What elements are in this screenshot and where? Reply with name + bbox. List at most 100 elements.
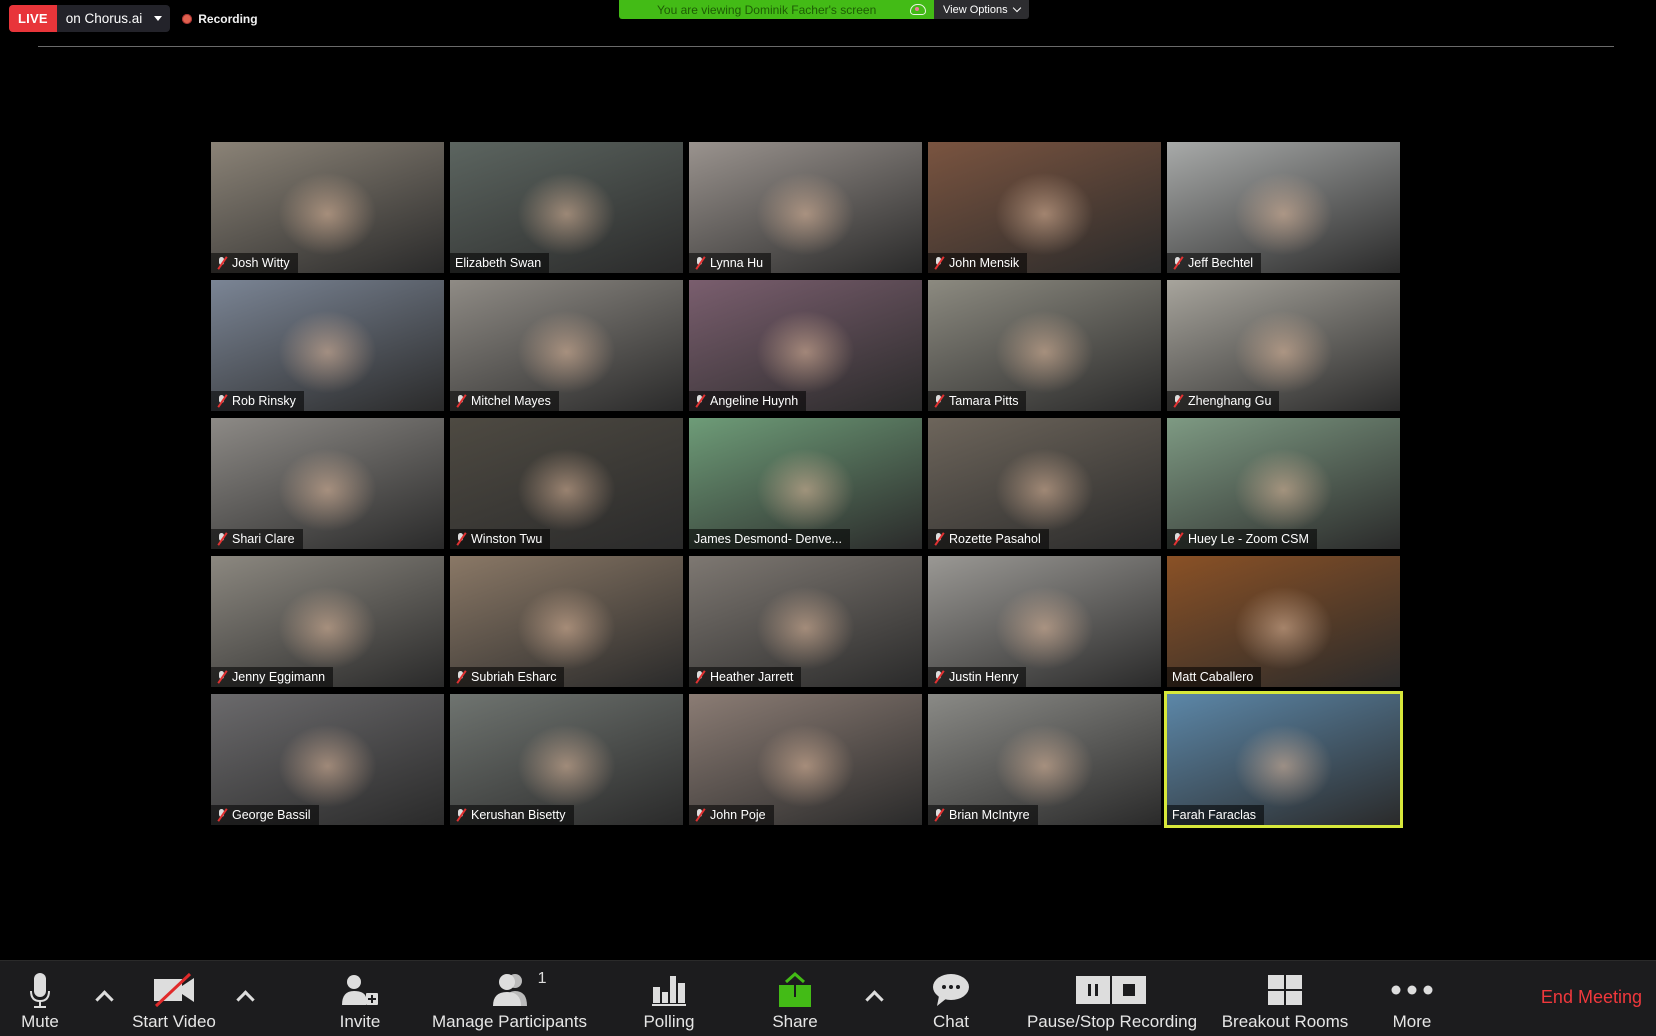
invite-button[interactable]: Invite (336, 961, 384, 1036)
participant-tile[interactable]: Josh Witty (211, 142, 444, 273)
video-options-caret-icon[interactable] (237, 989, 251, 1003)
breakout-rooms-label: Breakout Rooms (1221, 1012, 1349, 1031)
participant-name-label: Jeff Bechtel (1167, 253, 1262, 273)
chat-button[interactable]: Chat (928, 961, 974, 1036)
participant-name-label: Shari Clare (211, 529, 303, 549)
gallery-grid: Josh Witty Elizabeth Swan Lynna Hu John Men… (211, 142, 1403, 828)
participant-tile[interactable]: George Bassil (211, 694, 444, 825)
participant-name-label: Elizabeth Swan (450, 253, 550, 273)
participant-name: Matt Caballero (1172, 670, 1254, 684)
video-camera-off-icon (152, 968, 196, 1012)
participant-name-label: George Bassil (211, 805, 319, 825)
pause-stop-recording-button[interactable]: Pause/Stop Recording (1022, 961, 1202, 1036)
participant-tile[interactable]: Jeff Bechtel (1167, 142, 1400, 273)
participant-tile[interactable]: John Poje (689, 694, 922, 825)
start-video-button[interactable]: Start Video (126, 961, 222, 1036)
add-user-icon (340, 968, 380, 1012)
participants-icon: 1 (489, 968, 547, 1012)
mute-button[interactable]: Mute (18, 961, 62, 1036)
participant-tile[interactable]: Rozette Pasahol (928, 418, 1161, 549)
live-tag: LIVE (9, 5, 57, 32)
live-stream-button[interactable]: LIVE on Chorus.ai (9, 5, 171, 32)
viewing-notice: You are viewing Dominik Facher's screen (619, 0, 934, 19)
participant-tile[interactable]: Jenny Eggimann (211, 556, 444, 687)
muted-microphone-icon (216, 808, 228, 822)
shared-screen-divider (38, 46, 1614, 47)
participant-name: Subriah Esharc (471, 670, 557, 684)
participant-name-label: Farah Faraclas (1167, 805, 1265, 825)
recording-label: Recording (198, 11, 258, 26)
participant-name: James Desmond- Denve... (694, 532, 842, 546)
participant-tile[interactable]: Matt Caballero (1167, 556, 1400, 687)
participant-name-label: Josh Witty (211, 253, 298, 273)
participant-name-label: Mitchel Mayes (450, 391, 559, 411)
breakout-rooms-icon (1268, 968, 1302, 1012)
polling-label: Polling (643, 1012, 695, 1031)
participant-tile[interactable]: James Desmond- Denve... (689, 418, 922, 549)
muted-microphone-icon (455, 808, 467, 822)
participant-tile[interactable]: Kerushan Bisetty (450, 694, 683, 825)
participant-name: Justin Henry (949, 670, 1019, 684)
participant-tile[interactable]: Tamara Pitts (928, 280, 1161, 411)
participant-name-label: Huey Le - Zoom CSM (1167, 529, 1317, 549)
participant-tile[interactable]: Subriah Esharc (450, 556, 683, 687)
share-options-caret-icon[interactable] (866, 989, 880, 1003)
participant-tile[interactable]: Justin Henry (928, 556, 1161, 687)
participant-tile[interactable]: Brian McIntyre (928, 694, 1161, 825)
muted-microphone-icon (933, 670, 945, 684)
manage-participants-button[interactable]: 1 Manage Participants (427, 961, 592, 1036)
participant-name-label: Rozette Pasahol (928, 529, 1049, 549)
participant-name: Rob Rinsky (232, 394, 296, 408)
participant-name: Josh Witty (232, 256, 290, 270)
participant-name-label: Lynna Hu (689, 253, 772, 273)
view-options-label: View Options (943, 3, 1008, 16)
live-platform-label: on Chorus.ai (65, 11, 143, 26)
participant-tile[interactable]: Zhenghang Gu (1167, 280, 1400, 411)
participant-name-label: John Mensik (928, 253, 1028, 273)
participant-name: Elizabeth Swan (455, 256, 542, 270)
participant-tile[interactable]: Winston Twu (450, 418, 683, 549)
polling-button[interactable]: Polling (640, 961, 698, 1036)
pause-stop-recording-label: Pause/Stop Recording (1026, 1012, 1198, 1031)
participant-tile[interactable]: Farah Faraclas (1164, 691, 1403, 828)
more-label: More (1392, 1012, 1432, 1031)
muted-microphone-icon (933, 256, 945, 270)
view-options-button[interactable]: View Options (934, 0, 1029, 19)
share-button[interactable]: Share (770, 961, 820, 1036)
viewing-text: You are viewing Dominik Facher's screen (657, 2, 877, 17)
muted-microphone-icon (1172, 256, 1184, 270)
participant-tile[interactable]: John Mensik (928, 142, 1161, 273)
manage-participants-label: Manage Participants (432, 1012, 587, 1031)
more-button[interactable]: More (1390, 961, 1434, 1036)
bar-chart-icon (652, 968, 686, 1012)
participant-name-label: Justin Henry (928, 667, 1027, 687)
participant-name-label: Kerushan Bisetty (450, 805, 574, 825)
participant-name-label: James Desmond- Denve... (689, 529, 850, 549)
participant-name-label: Jenny Eggimann (211, 667, 334, 687)
participant-tile[interactable]: Angeline Huynh (689, 280, 922, 411)
participant-tile[interactable]: Rob Rinsky (211, 280, 444, 411)
share-label: Share (772, 1012, 818, 1031)
participant-name-label: Rob Rinsky (211, 391, 304, 411)
participant-name: Brian McIntyre (949, 808, 1030, 822)
participant-tile[interactable]: Mitchel Mayes (450, 280, 683, 411)
screen-share-banner: You are viewing Dominik Facher's screen … (619, 0, 1029, 19)
participant-tile[interactable]: Elizabeth Swan (450, 142, 683, 273)
muted-microphone-icon (694, 670, 706, 684)
participant-name-label: Winston Twu (450, 529, 551, 549)
participant-tile[interactable]: Shari Clare (211, 418, 444, 549)
participant-tile[interactable]: Lynna Hu (689, 142, 922, 273)
participant-name: Lynna Hu (710, 256, 764, 270)
chat-bubble-icon (931, 968, 971, 1012)
live-platform[interactable]: on Chorus.ai (57, 5, 171, 32)
participant-name: Huey Le - Zoom CSM (1188, 532, 1309, 546)
participant-name-label: Matt Caballero (1167, 667, 1262, 687)
participant-name: Tamara Pitts (949, 394, 1019, 408)
breakout-rooms-button[interactable]: Breakout Rooms (1217, 961, 1353, 1036)
participant-tile[interactable]: Heather Jarrett (689, 556, 922, 687)
participant-tile[interactable]: Huey Le - Zoom CSM (1167, 418, 1400, 549)
participant-name: Zhenghang Gu (1188, 394, 1272, 408)
participant-name: John Poje (710, 808, 766, 822)
end-meeting-button[interactable]: End Meeting (1541, 987, 1642, 1008)
audio-options-caret-icon[interactable] (96, 989, 110, 1003)
